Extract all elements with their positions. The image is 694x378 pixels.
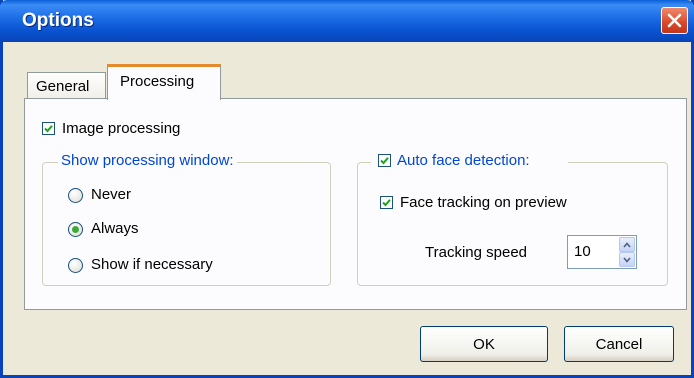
ok-button[interactable]: OK	[420, 326, 548, 362]
cancel-button-label: Cancel	[595, 335, 643, 353]
image-processing-checkbox[interactable]	[42, 122, 55, 135]
radio-always-label[interactable]: Always	[91, 220, 139, 237]
radio-always[interactable]	[68, 222, 83, 237]
tracking-speed-spinner[interactable]: 10	[567, 235, 637, 269]
cancel-button[interactable]: Cancel	[564, 326, 674, 362]
face-tracking-label[interactable]: Face tracking on preview	[400, 194, 567, 211]
face-tracking-checkbox[interactable]	[380, 196, 393, 209]
spin-down-button[interactable]	[619, 252, 635, 267]
close-button[interactable]	[661, 7, 688, 34]
title-bar[interactable]: Options	[0, 0, 694, 42]
check-mark-icon	[382, 199, 391, 207]
tab-general[interactable]: General	[27, 72, 106, 99]
auto-face-detection-checkbox[interactable]	[378, 154, 391, 167]
radio-never-label[interactable]: Never	[91, 186, 131, 203]
tab-general-label: General	[36, 78, 90, 95]
radio-selected-dot	[72, 226, 79, 233]
tracking-speed-value[interactable]: 10	[574, 243, 591, 260]
spinner-buttons	[619, 237, 635, 267]
tab-processing[interactable]: Processing	[107, 64, 221, 100]
tab-processing-label: Processing	[120, 73, 195, 90]
chevron-up-icon	[623, 241, 631, 248]
check-mark-icon	[44, 125, 53, 133]
radio-show-if-necessary-label[interactable]: Show if necessary	[91, 256, 213, 273]
radio-show-if-necessary[interactable]	[68, 258, 83, 273]
spin-up-button[interactable]	[619, 237, 635, 252]
check-mark-icon	[380, 157, 389, 165]
image-processing-label[interactable]: Image processing	[62, 120, 180, 137]
ok-button-label: OK	[473, 335, 495, 353]
radio-never[interactable]	[68, 188, 83, 203]
show-processing-window-legend: Show processing window:	[58, 152, 237, 169]
auto-face-detection-label[interactable]: Auto face detection:	[397, 152, 530, 169]
chevron-down-icon	[623, 256, 631, 263]
close-icon	[667, 13, 682, 28]
tracking-speed-label: Tracking speed	[425, 244, 527, 261]
window-title: Options	[22, 10, 94, 31]
